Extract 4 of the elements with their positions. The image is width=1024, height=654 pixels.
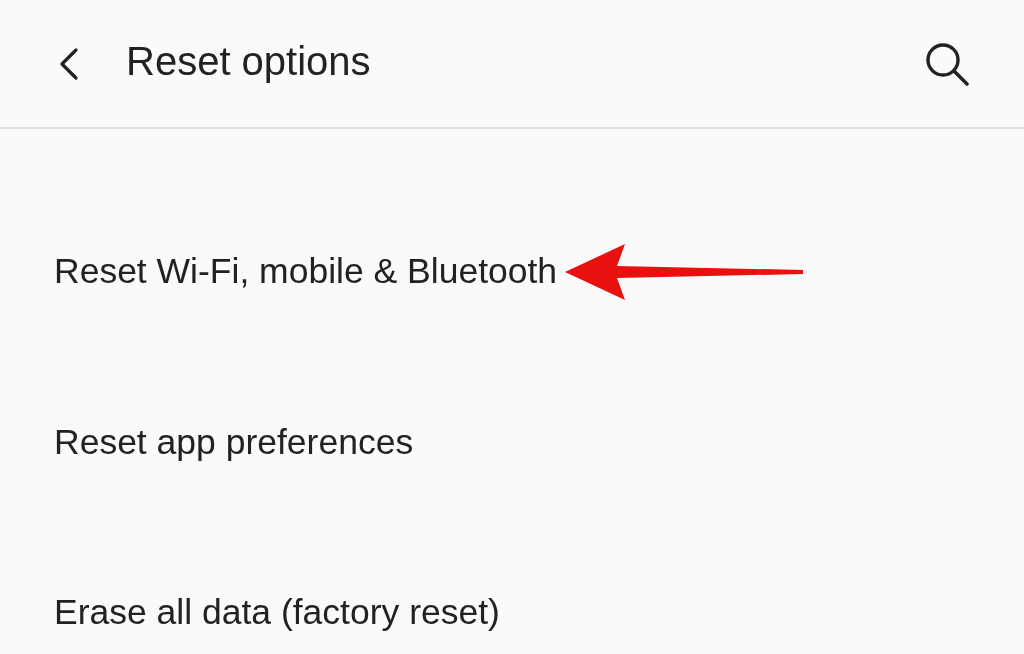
menu-item[interactable]: Reset Wi-Fi, mobile & Bluetooth: [54, 251, 558, 292]
menu-item[interactable]: Reset app preferences: [54, 422, 414, 463]
menu-item[interactable]: Erase all data (factory reset): [54, 592, 500, 633]
page-title: Reset options: [126, 39, 372, 85]
